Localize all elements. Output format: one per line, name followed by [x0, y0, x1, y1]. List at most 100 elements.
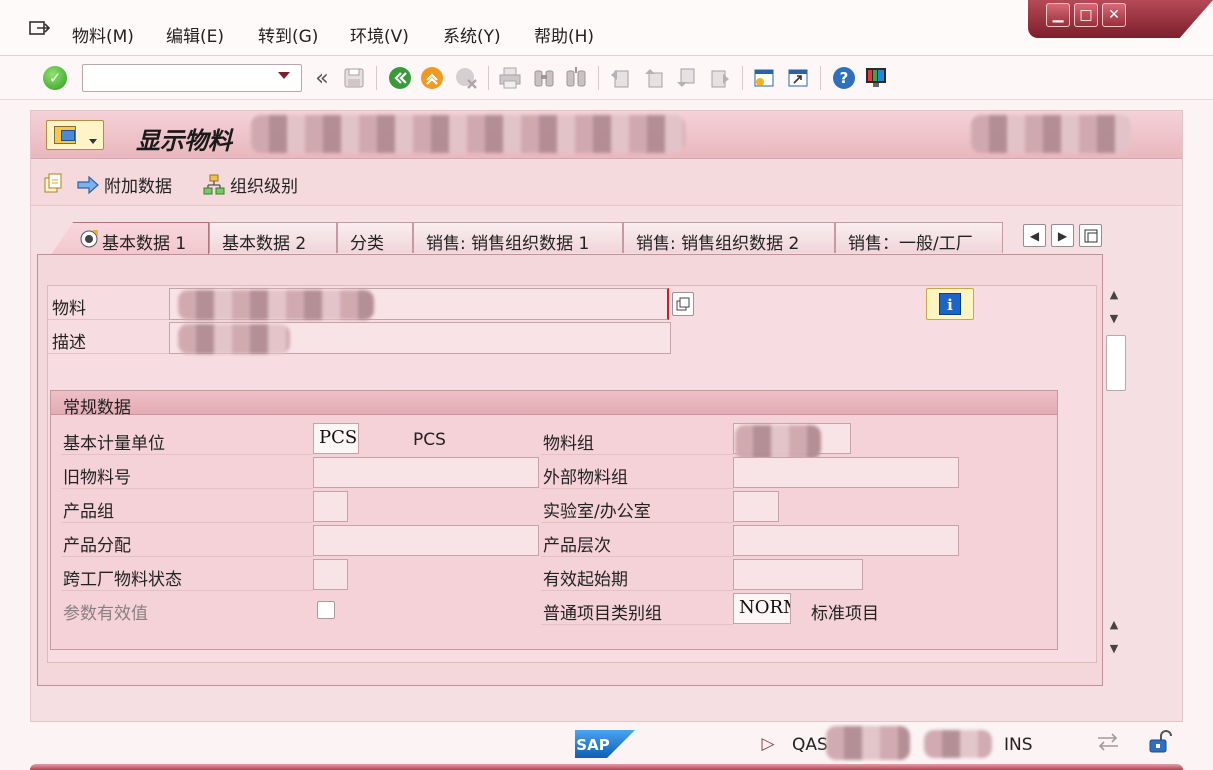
maximize-button[interactable]: □: [1074, 3, 1098, 27]
row-divider: [48, 319, 170, 320]
row-divider: [541, 454, 733, 455]
scroll-up-icon[interactable]: ▲: [1106, 287, 1122, 303]
tab-scroll-left-icon[interactable]: ◀: [1023, 224, 1046, 247]
scroll-thumb[interactable]: [1106, 335, 1126, 391]
tab-list-icon[interactable]: [1079, 224, 1102, 247]
next-page-icon[interactable]: [674, 66, 698, 90]
tab-classification[interactable]: 分类: [337, 222, 413, 253]
standard-toolbar: ✓ « ?: [0, 56, 1213, 100]
lab-office-label: 实验室/办公室: [543, 502, 651, 522]
sap-menu-icon[interactable]: [46, 120, 104, 150]
bottom-border: [30, 764, 1183, 770]
active-tab-icon: [80, 230, 98, 248]
status-bar: SAP ▷ QAS INS: [0, 722, 1213, 770]
tab-sales-org-2[interactable]: 销售: 销售组织数据 2: [623, 222, 835, 253]
redacted-system-info: [826, 726, 910, 760]
tab-sales-org-1[interactable]: 销售: 销售组织数据 1: [413, 222, 623, 253]
svg-text:?: ?: [840, 69, 849, 87]
row-divider: [541, 590, 733, 591]
minimize-button[interactable]: ▁: [1046, 3, 1070, 27]
menu-edit[interactable]: 编辑(E): [166, 22, 224, 47]
division-field[interactable]: [313, 491, 348, 522]
vertical-scrollbar[interactable]: ▲ ▼ ▲ ▼: [1103, 255, 1126, 655]
toolbar-separator: [820, 66, 821, 90]
external-material-group-field[interactable]: [733, 457, 959, 488]
menu-goto[interactable]: 转到(G): [258, 22, 318, 47]
insert-mode: INS: [1004, 735, 1033, 755]
enter-check-icon[interactable]: ✓: [43, 66, 67, 90]
scroll-page-down-icon[interactable]: ▼: [1106, 641, 1122, 657]
product-hierarchy-field[interactable]: [733, 525, 959, 556]
item-category-group-field[interactable]: NORM: [733, 593, 791, 624]
info-button[interactable]: i: [926, 288, 974, 320]
command-dropdown-icon[interactable]: [278, 72, 290, 79]
redacted-description: [178, 324, 290, 354]
close-button[interactable]: ✕: [1102, 3, 1126, 27]
tab-basic-data-1[interactable]: 基本数据 1: [51, 222, 209, 255]
create-session-icon[interactable]: [752, 66, 776, 90]
find-icon[interactable]: [532, 66, 556, 90]
menu-system[interactable]: 系统(Y): [443, 22, 501, 47]
org-levels-button[interactable]: 组织级别: [203, 172, 298, 197]
redacted-server-info: [924, 730, 992, 758]
valid-from-label: 有效起始期: [543, 570, 628, 590]
exit-icon[interactable]: [420, 66, 444, 90]
copy-material-button[interactable]: [672, 292, 694, 316]
menu-exit-icon[interactable]: [28, 20, 50, 38]
create-shortcut-icon[interactable]: [786, 66, 810, 90]
print-icon[interactable]: [498, 66, 522, 90]
general-data-title: 常规数据: [63, 398, 131, 418]
parameter-effectivity-checkbox[interactable]: [317, 601, 335, 619]
redacted-title-area: [971, 115, 1131, 153]
base-uom-field[interactable]: PCS: [313, 423, 359, 454]
additional-data-button[interactable]: 附加数据: [77, 172, 172, 197]
item-category-group-text: 标准项目: [811, 604, 879, 624]
menu-environment[interactable]: 环境(V): [350, 22, 409, 47]
old-material-label: 旧物料号: [63, 468, 131, 488]
menu-bar: 物料(M) 编辑(E) 转到(G) 环境(V) 系统(Y) 帮助(H) ▁ □ …: [0, 0, 1213, 56]
tab-scroll-right-icon[interactable]: ▶: [1051, 224, 1074, 247]
redacted-material-group: [735, 425, 821, 459]
redacted-material-number: [178, 290, 374, 320]
tab-basic-data-2[interactable]: 基本数据 2: [209, 222, 337, 253]
transfer-icon[interactable]: [1096, 730, 1120, 754]
org-hierarchy-icon: [203, 174, 225, 194]
tab-sales-general-plant[interactable]: 销售：一般/工厂: [835, 222, 1003, 253]
main-frame: 显示物料 附加数据 组织级别 基本数据 1 基本数据 2 分类 销售: 销售组织…: [30, 110, 1183, 722]
status-expand-icon[interactable]: ▷: [756, 732, 780, 756]
customize-layout-icon[interactable]: [864, 66, 888, 90]
cross-plant-status-field[interactable]: [313, 559, 348, 590]
row-divider: [61, 590, 313, 591]
back-history-icon[interactable]: «: [310, 66, 334, 91]
product-allocation-field[interactable]: [313, 525, 539, 556]
lock-icon[interactable]: [1148, 730, 1172, 754]
item-category-group-label: 普通项目类别组: [543, 604, 662, 624]
cancel-icon[interactable]: [454, 66, 478, 90]
parameter-effectivity-label: 参数有效值: [63, 604, 148, 624]
scroll-down-icon[interactable]: ▼: [1106, 311, 1122, 327]
old-material-field[interactable]: [313, 457, 539, 488]
tab-content: 物料 i 描述 常规数据 基本计量单位 PCS PCS 旧物料号 产品组 产品分…: [47, 285, 1097, 663]
command-field[interactable]: [82, 64, 302, 92]
toolbar-separator: [742, 66, 743, 90]
division-label: 产品组: [63, 502, 114, 522]
first-page-icon[interactable]: [608, 66, 632, 90]
row-divider: [61, 522, 313, 523]
scroll-page-up-icon[interactable]: ▲: [1106, 617, 1122, 633]
copy-doc-button[interactable]: [43, 172, 63, 194]
find-next-icon[interactable]: [564, 66, 588, 90]
last-page-icon[interactable]: [708, 66, 732, 90]
help-icon[interactable]: ?: [832, 66, 856, 90]
menu-help[interactable]: 帮助(H): [534, 22, 594, 47]
document-copy-icon: [44, 173, 62, 193]
back-icon[interactable]: [388, 66, 412, 90]
previous-page-icon[interactable]: [642, 66, 666, 90]
valid-from-field[interactable]: [733, 559, 863, 590]
material-label: 物料: [52, 299, 86, 319]
row-divider: [61, 556, 313, 557]
lab-office-field[interactable]: [733, 491, 779, 522]
save-icon[interactable]: [342, 66, 366, 90]
tab-strip: 基本数据 1 基本数据 2 分类 销售: 销售组织数据 1 销售: 销售组织数据…: [31, 222, 1182, 255]
menu-material[interactable]: 物料(M): [72, 22, 134, 47]
general-data-group: 常规数据 基本计量单位 PCS PCS 旧物料号 产品组 产品分配 跨工厂物料状…: [50, 390, 1058, 650]
